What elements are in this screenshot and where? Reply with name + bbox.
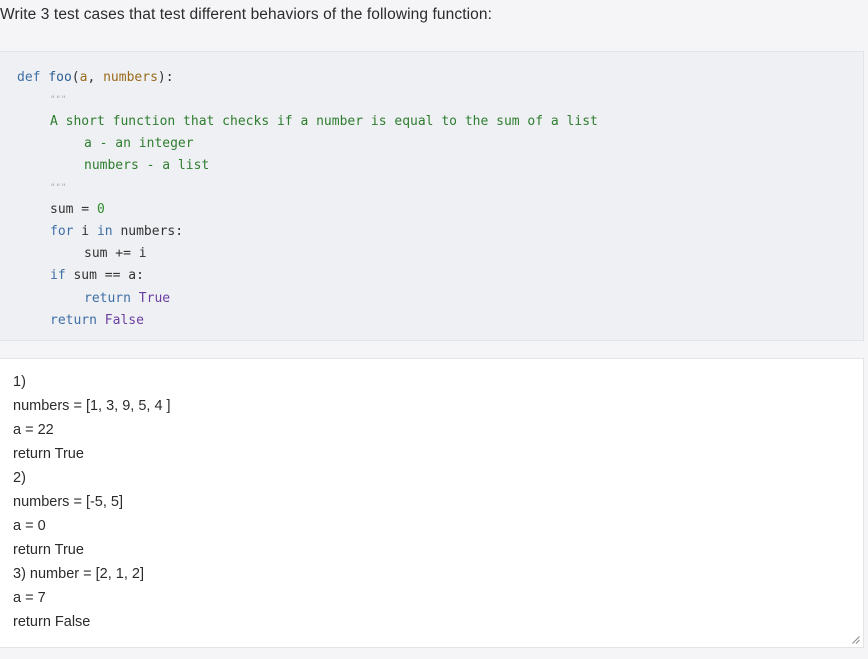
answer-line: numbers = [-5, 5]: [13, 494, 124, 510]
code-doc-line: a - an integer: [84, 136, 194, 151]
code-identifier: i: [73, 224, 97, 239]
code-arg: numbers: [103, 70, 158, 85]
code-line-sum-add: sum += i: [84, 246, 147, 262]
code-punct: ):: [157, 70, 174, 85]
answer-line: a = 0: [13, 518, 46, 534]
question-prompt: Write 3 test cases that test different b…: [0, 6, 492, 23]
code-line-return-true: return True: [84, 291, 170, 307]
code-docstring-close: """: [50, 183, 67, 193]
code-number: 0: [96, 202, 105, 217]
code-identifier: sum == a:: [65, 268, 144, 283]
answer-line: a = 22: [13, 422, 54, 438]
answer-line: numbers = [1, 3, 9, 5, 4 ]: [13, 398, 171, 414]
code-punct: (: [71, 70, 80, 85]
code-keyword: in: [96, 224, 113, 239]
code-line-sum-init: sum = 0: [50, 202, 105, 218]
code-punct: ,: [87, 70, 104, 85]
answer-line: return True: [13, 542, 84, 558]
answer-line: return False: [13, 614, 91, 630]
answer-line: 2): [13, 470, 26, 486]
code-docstring-open: """: [50, 95, 67, 105]
code-identifier: sum: [84, 246, 108, 261]
code-line-for: for i in numbers:: [50, 224, 183, 240]
answer-line: a = 7: [13, 590, 46, 606]
code-doc-line: numbers - a list: [84, 158, 210, 173]
code-operator: =: [73, 202, 97, 217]
resize-handle-icon[interactable]: [852, 636, 860, 644]
code-keyword: return: [50, 313, 97, 328]
answer-textarea[interactable]: 1) numbers = [1, 3, 9, 5, 4 ] a = 22 ret…: [0, 358, 864, 648]
answer-line: 1): [13, 374, 26, 390]
code-line-return-false: return False: [50, 313, 144, 329]
code-boolean: False: [104, 313, 144, 328]
code-function-name: foo: [48, 70, 72, 85]
answer-line: return True: [13, 446, 84, 462]
code-keyword: return: [84, 291, 131, 306]
code-line-def: def foo(a, numbers):: [17, 70, 174, 86]
code-block: def foo(a, numbers): """ A short functio…: [0, 51, 864, 341]
code-boolean: True: [138, 291, 171, 306]
code-line-if: if sum == a:: [50, 268, 144, 284]
code-keyword: if: [50, 268, 66, 283]
answer-line: 3) number = [2, 1, 2]: [13, 566, 144, 582]
code-identifier: sum: [50, 202, 74, 217]
code-keyword: for: [50, 224, 74, 239]
code-identifier: i: [138, 246, 147, 261]
code-doc-line: A short function that checks if a number…: [50, 114, 598, 129]
code-operator: +=: [107, 246, 139, 261]
code-keyword: def: [17, 70, 41, 85]
code-identifier: numbers:: [112, 224, 184, 239]
